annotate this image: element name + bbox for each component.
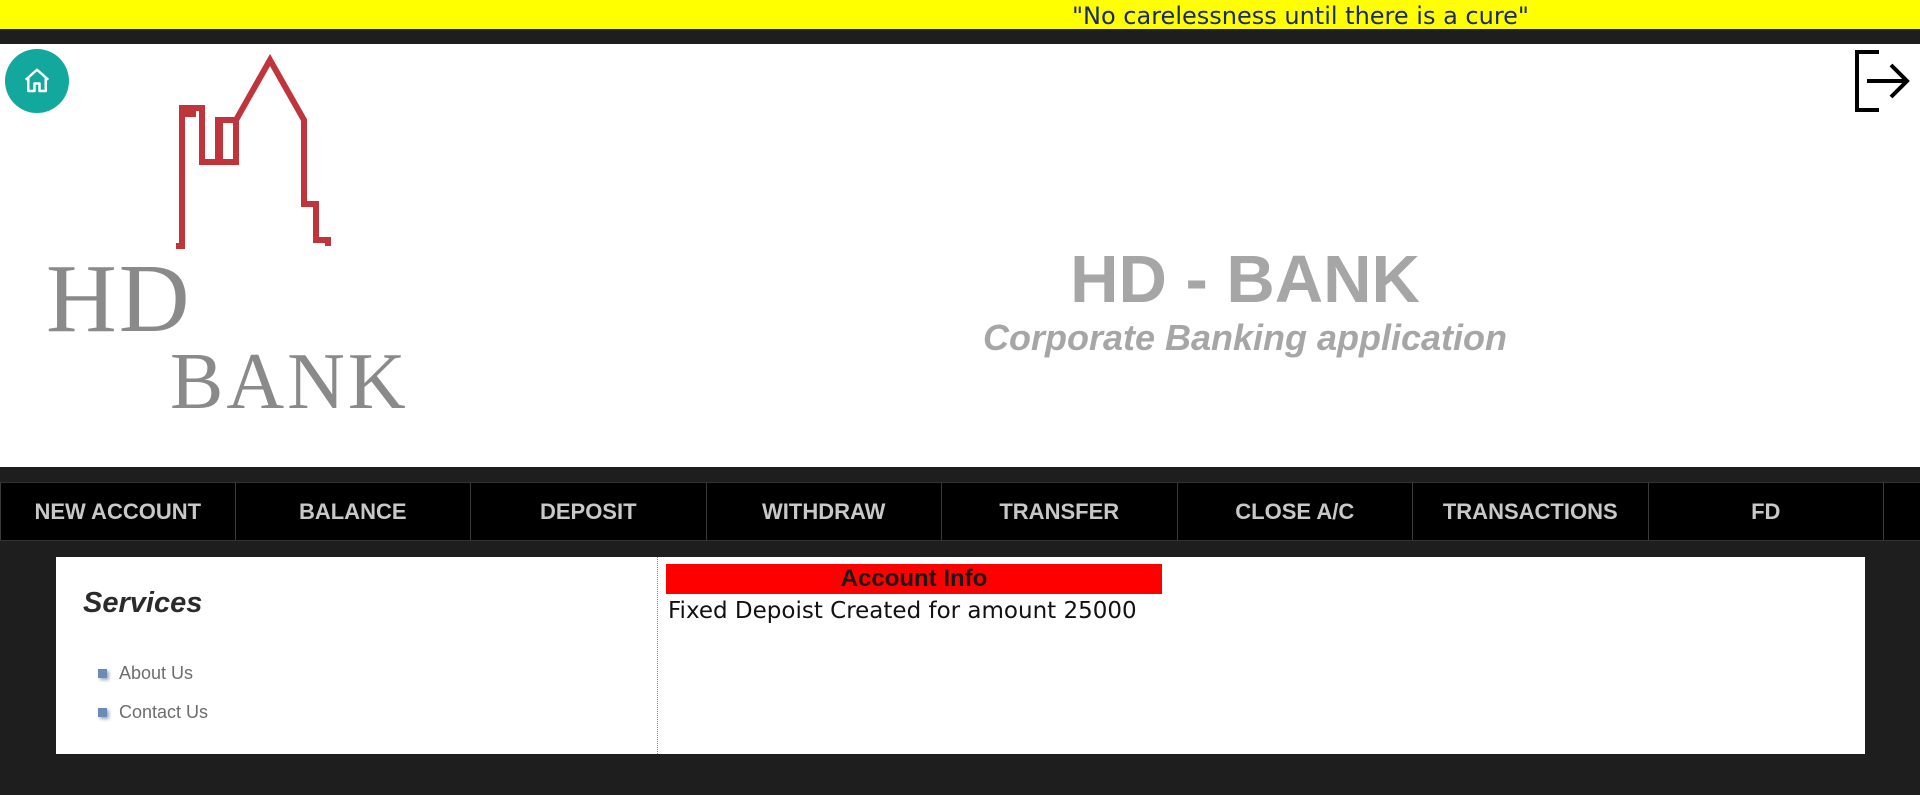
nav-transactions[interactable]: TRANSACTIONS <box>1413 483 1649 540</box>
nav-new-account[interactable]: NEW ACCOUNT <box>0 483 236 540</box>
sidebar-link-label[interactable]: Contact Us <box>119 702 208 723</box>
services-list: About Us Contact Us <box>98 654 208 732</box>
logout-button[interactable] <box>1853 50 1911 112</box>
sidebar-item-contact-us[interactable]: Contact Us <box>98 693 208 732</box>
nav-fd[interactable]: FD <box>1649 483 1884 540</box>
nav-deposit[interactable]: DEPOSIT <box>471 483 707 540</box>
header: HD BANK HD - BANK Corporate Banking appl… <box>0 44 1920 467</box>
content-panel: Services About Us Contact Us Account Inf… <box>56 557 1865 754</box>
logout-icon <box>1855 50 1910 112</box>
services-sidebar: Services About Us Contact Us <box>56 557 658 754</box>
bank-logo: HD BANK <box>40 50 420 426</box>
site-title: HD - BANK <box>1070 242 1420 317</box>
nav-balance[interactable]: BALANCE <box>236 483 471 540</box>
quote-text: "No carelessness until there is a cure" <box>1072 2 1529 30</box>
nav-transfer[interactable]: TRANSFER <box>942 483 1178 540</box>
bullet-icon <box>98 708 107 717</box>
account-info-message: Fixed Depoist Created for amount 25000 <box>668 598 1137 624</box>
bullet-icon <box>98 669 107 678</box>
account-info-header: Account Info <box>666 564 1162 594</box>
logo-line2: BANK <box>170 338 409 426</box>
sidebar-title: Services <box>83 587 203 619</box>
quote-bar: "No carelessness until there is a cure" <box>0 0 1920 30</box>
account-info-section: Account Info Fixed Depoist Created for a… <box>666 564 1162 624</box>
logo-line1: HD <box>46 245 192 353</box>
sidebar-link-label[interactable]: About Us <box>119 663 193 684</box>
site-subtitle: Corporate Banking application <box>982 317 1508 358</box>
header-divider <box>0 29 1920 44</box>
nav-close-account[interactable]: CLOSE A/C <box>1178 483 1413 540</box>
nav-withdraw[interactable]: WITHDRAW <box>707 483 942 540</box>
main-nav: NEW ACCOUNT BALANCE DEPOSIT WITHDRAW TRA… <box>0 482 1920 541</box>
sidebar-item-about-us[interactable]: About Us <box>98 654 208 693</box>
